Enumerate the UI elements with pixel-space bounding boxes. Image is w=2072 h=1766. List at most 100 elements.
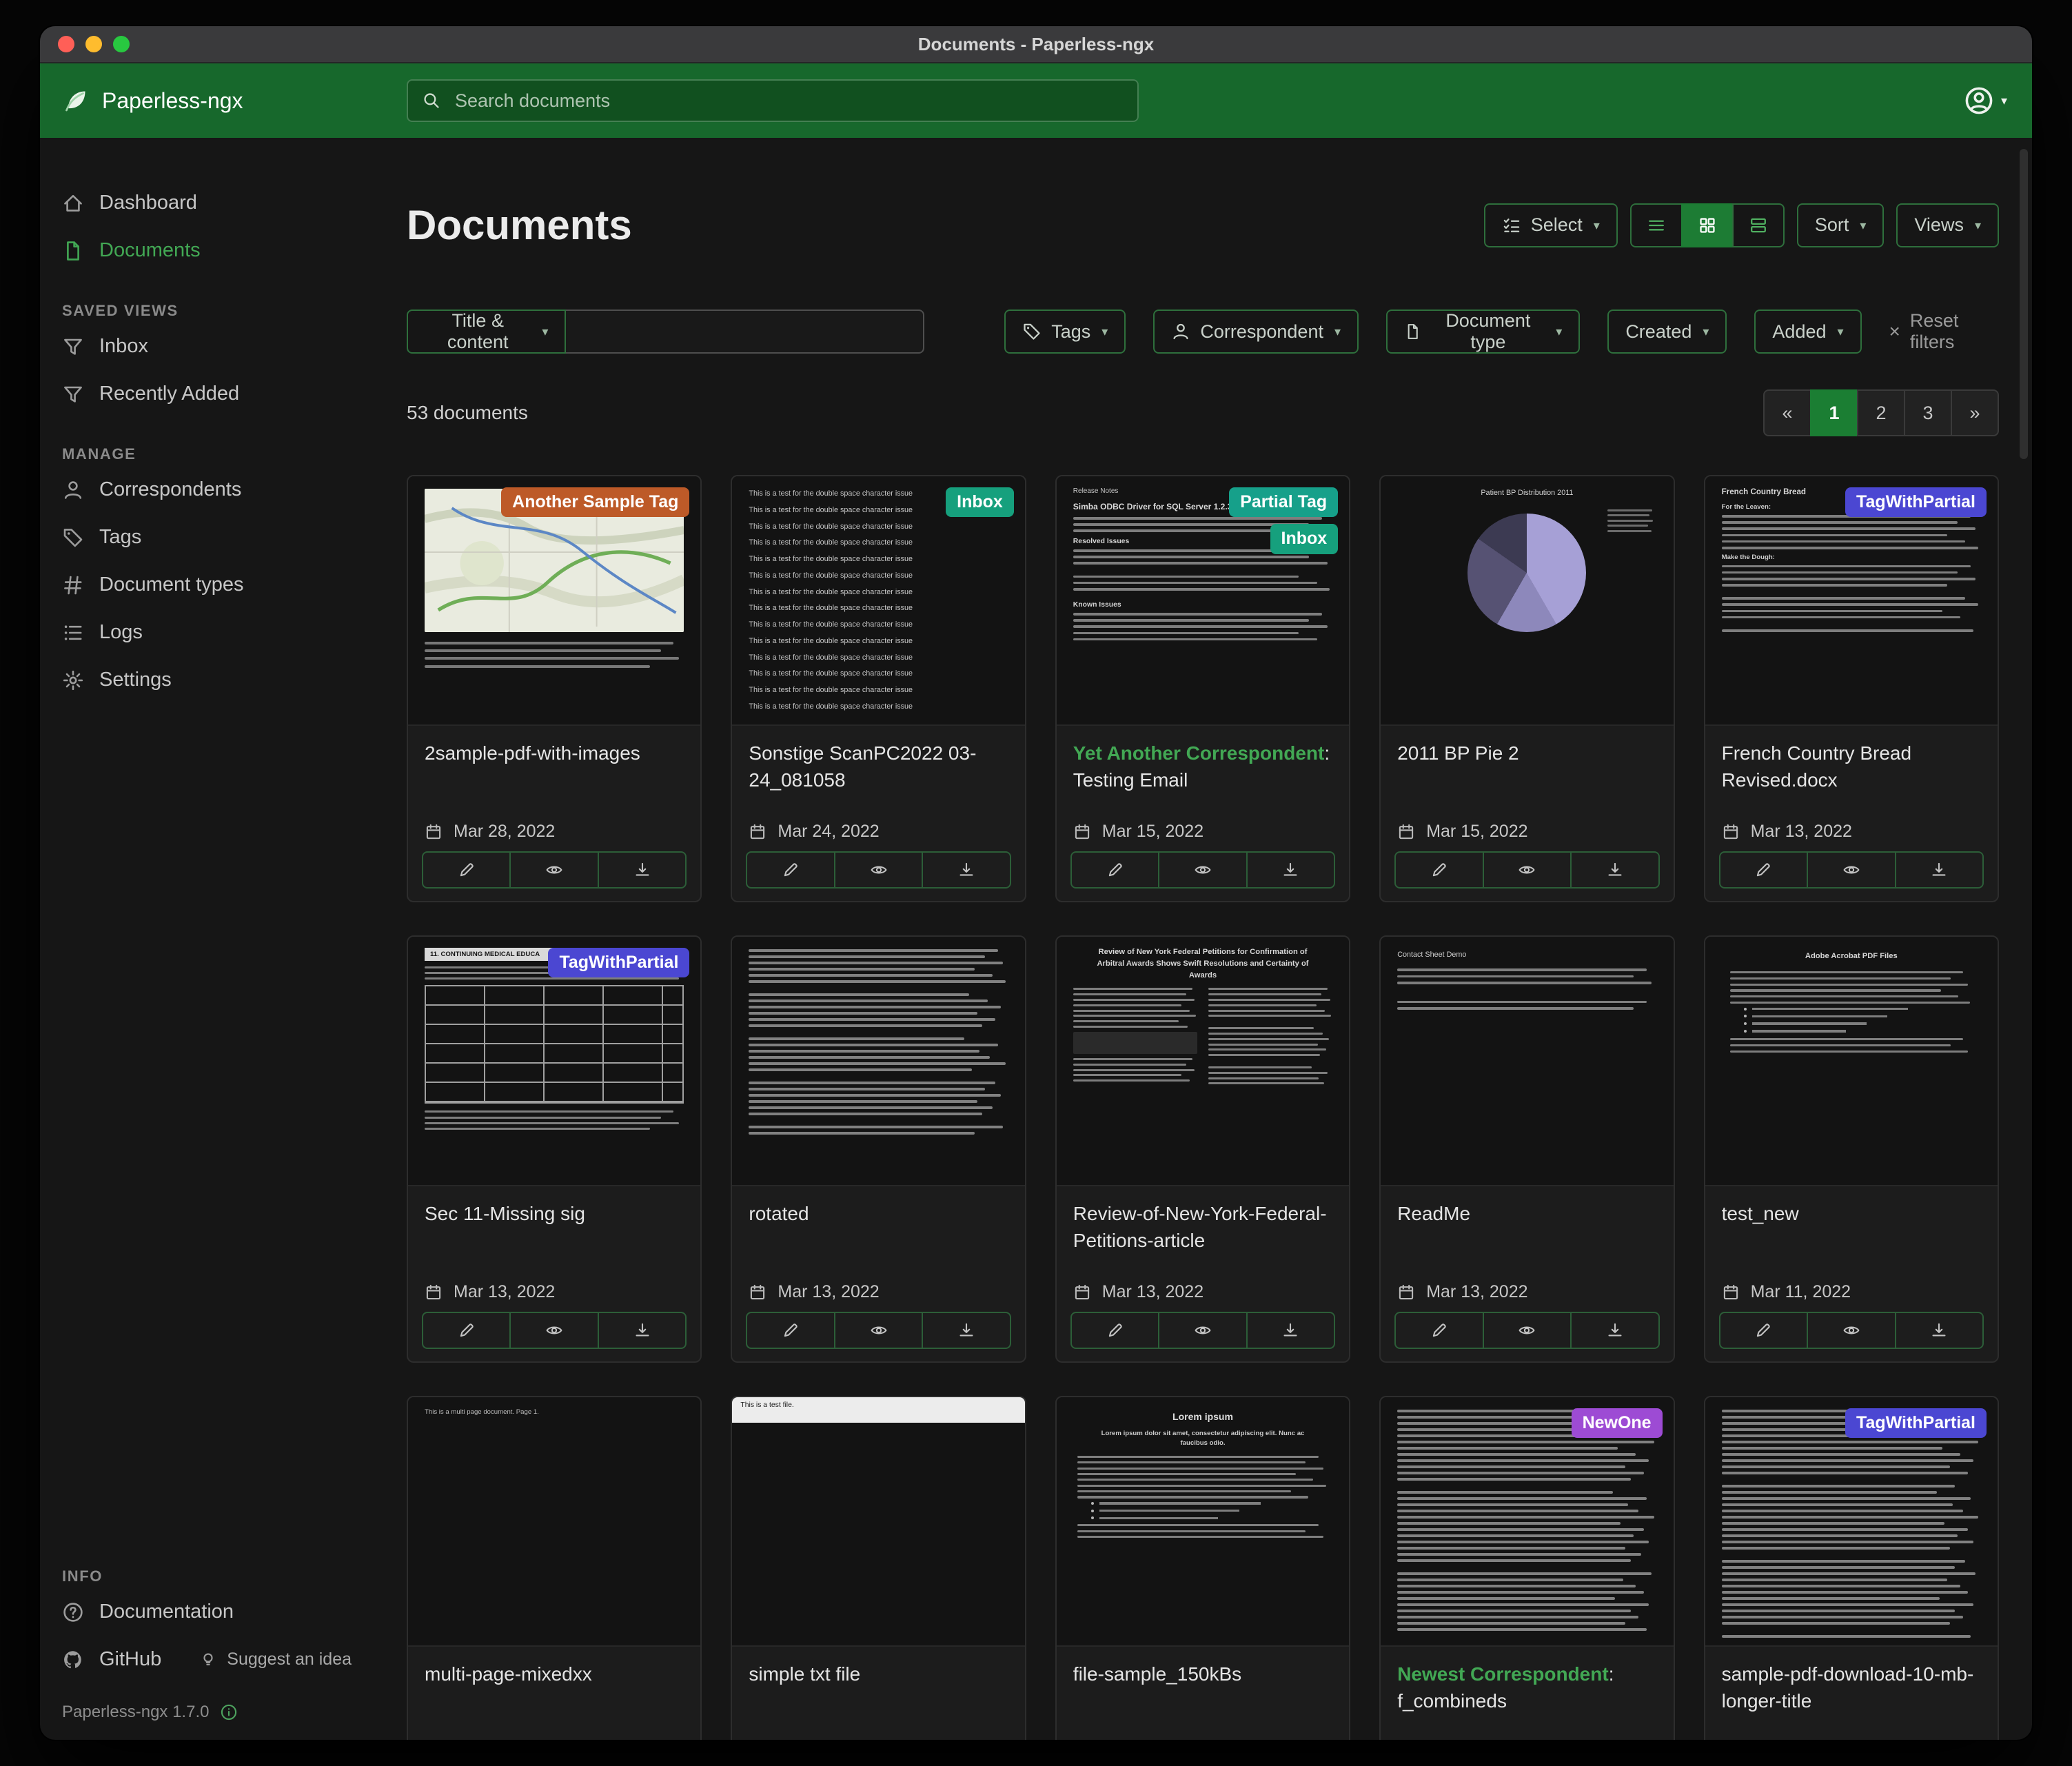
scrollbar-thumb[interactable] <box>2020 149 2028 459</box>
document-card[interactable]: Release Notes Simba ODBC Driver for SQL … <box>1055 475 1350 902</box>
edit-button[interactable] <box>1070 1312 1159 1349</box>
download-button[interactable] <box>922 1312 1010 1349</box>
document-thumbnail[interactable]: Contact Sheet Demo <box>1381 937 1673 1186</box>
download-button[interactable] <box>1246 1312 1335 1349</box>
download-button[interactable] <box>598 1312 687 1349</box>
pagination-page-3[interactable]: 3 <box>1904 389 1952 436</box>
document-thumbnail[interactable]: TagWithPartial <box>1705 1397 1998 1647</box>
document-thumbnail[interactable]: NewOne <box>1381 1397 1673 1647</box>
document-card[interactable]: Contact Sheet Demo ReadMe Mar 13, 2022 <box>1379 935 1674 1363</box>
added-filter-button[interactable]: Added ▾ <box>1754 309 1861 354</box>
created-filter-button[interactable]: Created ▾ <box>1607 309 1727 354</box>
document-thumbnail[interactable]: This is a multi page document. Page 1. <box>408 1397 700 1647</box>
user-menu[interactable]: ▾ <box>1964 85 2007 116</box>
document-card[interactable]: Lorem ipsum Lorem ipsum dolor sit amet, … <box>1055 1396 1350 1740</box>
document-title[interactable]: Sonstige ScanPC2022 03-24_081058 <box>749 740 1008 793</box>
views-button[interactable]: Views ▾ <box>1896 203 1999 247</box>
minimize-button[interactable] <box>85 36 102 52</box>
zoom-button[interactable] <box>113 36 130 52</box>
sidebar-item-tags[interactable]: Tags <box>40 514 374 561</box>
view-button[interactable] <box>509 851 598 889</box>
view-button[interactable] <box>834 1312 923 1349</box>
download-button[interactable] <box>1895 851 1984 889</box>
reset-filters-button[interactable]: × Reset filters <box>1889 310 1999 353</box>
view-button[interactable] <box>509 1312 598 1349</box>
select-button[interactable]: Select ▾ <box>1484 203 1618 247</box>
tag-badge[interactable]: Inbox <box>1270 524 1339 554</box>
download-button[interactable] <box>1570 1312 1659 1349</box>
document-card[interactable]: This is a test for the double space char… <box>731 475 1026 902</box>
document-card[interactable]: Patient BP Distribution 2011 2011 BP Pie… <box>1379 475 1674 902</box>
pagination-next[interactable]: » <box>1951 389 1999 436</box>
edit-button[interactable] <box>1719 851 1808 889</box>
document-card[interactable]: Review of New York Federal Petitions for… <box>1055 935 1350 1363</box>
edit-button[interactable] <box>1719 1312 1808 1349</box>
document-thumbnail[interactable]: Lorem ipsum Lorem ipsum dolor sit amet, … <box>1057 1397 1349 1647</box>
document-title[interactable]: simple txt file <box>749 1661 1008 1687</box>
sidebar-item-github[interactable]: GitHub <box>40 1636 183 1683</box>
document-thumbnail[interactable]: Adobe Acrobat PDF Files <box>1705 937 1998 1186</box>
document-thumbnail[interactable]: Patient BP Distribution 2011 <box>1381 476 1673 726</box>
sidebar-item-document-types[interactable]: Document types <box>40 561 374 609</box>
pagination-prev[interactable]: « <box>1763 389 1811 436</box>
sidebar-item-correspondents[interactable]: Correspondents <box>40 466 374 514</box>
document-title[interactable]: 2sample-pdf-with-images <box>425 740 684 767</box>
tag-badge[interactable]: Partial Tag <box>1229 487 1338 517</box>
document-card[interactable]: NewOne Newest Correspondent: f_combineds <box>1379 1396 1674 1740</box>
edit-button[interactable] <box>422 851 511 889</box>
edit-button[interactable] <box>746 1312 835 1349</box>
edit-button[interactable] <box>1070 851 1159 889</box>
title-content-dropdown[interactable]: Title & content ▾ <box>407 309 566 354</box>
pagination-page-1[interactable]: 1 <box>1810 389 1858 436</box>
download-button[interactable] <box>598 851 687 889</box>
document-title[interactable]: Sec 11-Missing sig <box>425 1200 684 1227</box>
document-card[interactable]: Another Sample Tag 2sample-pdf-with-imag… <box>407 475 702 902</box>
document-thumbnail[interactable]: Release Notes Simba ODBC Driver for SQL … <box>1057 476 1349 726</box>
document-title[interactable]: multi-page-mixedxx <box>425 1661 684 1687</box>
suggest-idea-link[interactable]: Suggest an idea <box>199 1650 352 1669</box>
view-small-cards-button[interactable] <box>1681 203 1734 247</box>
close-button[interactable] <box>58 36 74 52</box>
edit-button[interactable] <box>422 1312 511 1349</box>
document-thumbnail[interactable]: Another Sample Tag <box>408 476 700 726</box>
view-button[interactable] <box>1483 851 1572 889</box>
sidebar-item-logs[interactable]: Logs <box>40 609 374 656</box>
edit-button[interactable] <box>1394 1312 1483 1349</box>
tag-badge[interactable]: TagWithPartial <box>1845 1408 1987 1438</box>
document-title[interactable]: test_new <box>1722 1200 1981 1227</box>
view-details-button[interactable] <box>1630 203 1683 247</box>
document-card[interactable]: Adobe Acrobat PDF Files test_new Mar 11,… <box>1704 935 1999 1363</box>
document-title[interactable]: sample-pdf-download-10-mb-longer-title <box>1722 1661 1981 1714</box>
view-button[interactable] <box>1807 1312 1896 1349</box>
tag-badge[interactable]: Another Sample Tag <box>501 487 689 517</box>
document-thumbnail[interactable]: This is a test for the double space char… <box>732 476 1024 726</box>
download-button[interactable] <box>1246 851 1335 889</box>
document-card[interactable]: This is a test file. simple txt file <box>731 1396 1026 1740</box>
tag-badge[interactable]: Inbox <box>946 487 1014 517</box>
view-large-cards-button[interactable] <box>1732 203 1785 247</box>
document-thumbnail[interactable]: This is a test file. <box>732 1397 1024 1647</box>
document-title[interactable]: Newest Correspondent: f_combineds <box>1397 1661 1656 1714</box>
tags-filter-button[interactable]: Tags ▾ <box>1004 309 1126 354</box>
download-button[interactable] <box>922 851 1010 889</box>
edit-button[interactable] <box>746 851 835 889</box>
document-card[interactable]: French Country Bread For the Leaven: Mak… <box>1704 475 1999 902</box>
view-button[interactable] <box>1158 1312 1247 1349</box>
view-button[interactable] <box>1158 851 1247 889</box>
document-correspondent[interactable]: Newest Correspondent <box>1397 1663 1609 1685</box>
document-card[interactable]: TagWithPartial sample-pdf-download-10-mb… <box>1704 1396 1999 1740</box>
tag-badge[interactable]: TagWithPartial <box>1845 487 1987 517</box>
document-thumbnail[interactable]: 11. CONTINUING MEDICAL EDUCA TagWithPart… <box>408 937 700 1186</box>
sidebar-item-documentation[interactable]: Documentation <box>40 1588 374 1636</box>
sidebar-item-dashboard[interactable]: Dashboard <box>40 179 374 227</box>
download-button[interactable] <box>1895 1312 1984 1349</box>
sidebar-item-settings[interactable]: Settings <box>40 656 374 704</box>
document-title[interactable]: French Country Bread Revised.docx <box>1722 740 1981 793</box>
tag-badge[interactable]: NewOne <box>1572 1408 1663 1438</box>
sidebar-item-documents[interactable]: Documents <box>40 227 374 274</box>
document-card[interactable]: This is a multi page document. Page 1. m… <box>407 1396 702 1740</box>
view-button[interactable] <box>1807 851 1896 889</box>
document-title[interactable]: rotated <box>749 1200 1008 1227</box>
tag-badge[interactable]: TagWithPartial <box>548 948 689 977</box>
document-card[interactable]: 11. CONTINUING MEDICAL EDUCA TagWithPart… <box>407 935 702 1363</box>
